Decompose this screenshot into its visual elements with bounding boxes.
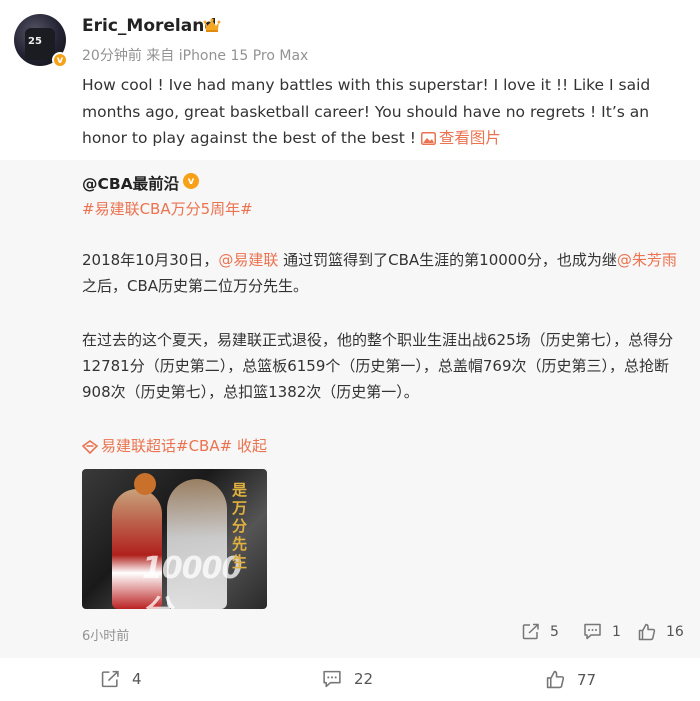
repost-paragraph-2: 在过去的这个夏天，易建联正式退役，他的整个职业生涯出战625场（历史第七），总得… [82, 331, 674, 401]
like-icon [546, 670, 565, 689]
repost-comment-button[interactable]: 1 [583, 623, 621, 640]
repost-icon [522, 623, 539, 640]
p1-before: 2018年10月30日， [82, 251, 219, 269]
picture-icon [420, 132, 436, 145]
repost-button[interactable]: 4 [101, 670, 142, 688]
verified-badge-icon: v [183, 173, 199, 189]
view-picture-label: 查看图片 [438, 129, 501, 147]
repost-username[interactable]: @CBA最前沿 [82, 172, 179, 194]
like-icon [638, 623, 656, 641]
p1-after: 之后，CBA历史第二位万分先生。 [82, 277, 309, 295]
repost-count: 5 [550, 623, 559, 640]
post-text: How cool ! Ive had many battles with thi… [82, 72, 682, 152]
post-image[interactable]: 10000分 是万分先生 [82, 469, 267, 609]
post-meta: 20分钟前 来自 iPhone 15 Pro Max [82, 45, 308, 65]
repost-time[interactable]: 6小时前 [82, 625, 129, 644]
comment-button[interactable]: 22 [322, 670, 373, 688]
image-text-vertical: 是万分先生 [232, 481, 248, 571]
repost-like-button[interactable]: 16 [638, 623, 684, 641]
supertopic-link[interactable]: 易建联超话#CBA# 收起 [81, 435, 267, 456]
avatar-number: 25 [28, 36, 42, 47]
repost-paragraph-1: 2018年10月30日，@易建联 通过罚篮得到了CBA生涯的第10000分，也成… [82, 247, 678, 299]
post-body: How cool ! Ive had many battles with thi… [82, 76, 651, 147]
like-button[interactable]: 77 [546, 670, 596, 689]
post-source: 来自 iPhone 15 Pro Max [146, 48, 309, 64]
verified-badge-icon: v [52, 52, 68, 68]
reposted-content: @CBA最前沿 v #易建联CBA万分5周年# 2018年10月30日，@易建联… [0, 160, 700, 658]
comment-count: 22 [354, 670, 374, 688]
p1-middle: 通过罚篮得到了CBA生涯的第10000分，也成为继 [278, 251, 617, 269]
mention-link[interactable]: @易建联 [218, 251, 278, 269]
username[interactable]: Eric_Moreland [82, 16, 216, 36]
collapse-button[interactable]: 收起 [232, 437, 267, 455]
image-basketball [134, 473, 156, 495]
repost-icon [101, 670, 119, 688]
comment-count: 1 [612, 623, 621, 640]
crown-icon [203, 18, 221, 32]
mention-link[interactable]: @朱芳雨 [617, 251, 677, 269]
comment-icon [584, 623, 601, 640]
supertopic-icon [81, 440, 99, 455]
supertopic-label: 易建联超话#CBA# [101, 437, 233, 455]
comment-icon [323, 670, 341, 688]
post-time[interactable]: 20分钟前 [82, 48, 142, 64]
repost-repost-button[interactable]: 5 [522, 623, 559, 640]
like-count: 77 [577, 670, 597, 689]
like-count: 16 [666, 624, 684, 640]
repost-hashtag[interactable]: #易建联CBA万分5周年# [82, 198, 253, 219]
view-picture-link[interactable]: 查看图片 [420, 129, 501, 147]
repost-count: 4 [132, 670, 142, 688]
action-bar: 4 22 77 [0, 658, 700, 701]
